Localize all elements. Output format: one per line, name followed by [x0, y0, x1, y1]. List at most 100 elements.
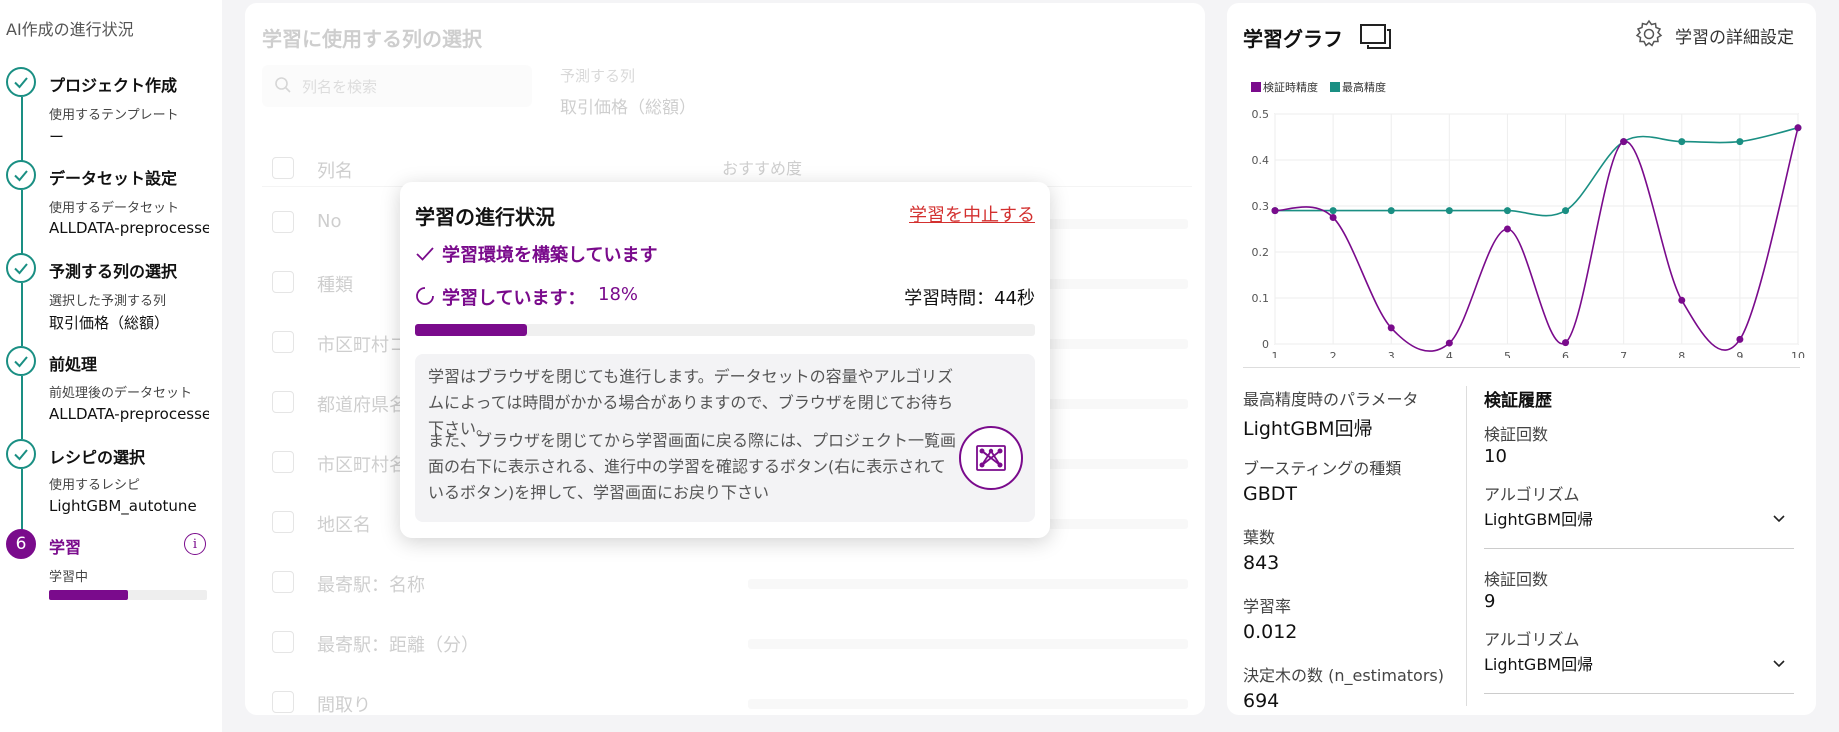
row-checkbox[interactable] — [272, 391, 294, 413]
history-count-value: 10 — [1484, 446, 1507, 467]
chevron-down-icon[interactable] — [1771, 655, 1787, 671]
training-line-chart: 0 0.1 0.2 0.3 0.4 0.5 1 2 3 4 5 6 7 8 9 10 — [1252, 108, 1806, 358]
step-sub-label: 選択した予測する列 — [49, 294, 167, 309]
y-tick-label: 0 — [1262, 338, 1269, 351]
legend-label: 検証時精度 — [1263, 81, 1318, 94]
step-value: ALLDATA-preprocessed — [49, 219, 209, 237]
row-checkbox[interactable] — [272, 691, 294, 713]
history-count-label: 検証回数 — [1484, 425, 1549, 444]
history-alg-label: アルゴリズム — [1484, 485, 1580, 504]
search-placeholder: 列名を検索 — [302, 78, 378, 96]
gear-icon[interactable] — [1634, 19, 1664, 49]
column-table-header: 列名 おすすめ度 — [262, 143, 1192, 187]
training-status-button[interactable] — [959, 426, 1023, 490]
column-search-input[interactable]: 列名を検索 — [262, 65, 532, 107]
row-checkbox[interactable] — [272, 451, 294, 473]
info-icon[interactable]: i — [184, 533, 206, 555]
training-time: 学習時間：44秒 — [904, 288, 1035, 309]
training-status: 学習しています： — [442, 288, 586, 309]
param-value: 0.012 — [1243, 621, 1298, 643]
history-count-value: 9 — [1484, 591, 1496, 612]
step-sub-label: 使用するテンプレート — [49, 108, 179, 123]
advanced-settings-link[interactable]: 学習の詳細設定 — [1675, 23, 1794, 48]
table-row[interactable]: 最寄駅：名称 — [262, 557, 1192, 617]
legend-item[interactable]: 最高精度 — [1330, 79, 1386, 95]
param-label: 最高精度時のパラメータ — [1243, 390, 1419, 409]
row-checkbox[interactable] — [272, 631, 294, 653]
x-tick-label: 10 — [1791, 350, 1805, 358]
data-point — [1678, 296, 1686, 304]
divider — [1484, 693, 1794, 694]
step-value: LightGBM_autotune — [49, 497, 197, 515]
param-label: 学習率 — [1243, 597, 1292, 616]
step-title-recipe[interactable]: レシピの選択 — [49, 444, 145, 468]
history-alg-label: アルゴリズム — [1484, 630, 1580, 649]
history-alg-value[interactable]: LightGBM回帰 — [1484, 651, 1593, 675]
sidebar-title: AI作成の進行状況 — [6, 20, 134, 39]
param-value: 694 — [1243, 690, 1280, 712]
step-title-project[interactable]: プロジェクト作成 — [49, 72, 177, 96]
y-tick-label: 0.2 — [1252, 246, 1270, 259]
data-point — [1562, 339, 1570, 347]
history-count-label: 検証回数 — [1484, 570, 1549, 589]
row-checkbox[interactable] — [272, 571, 294, 593]
step-title-preprocess[interactable]: 前処理 — [49, 351, 97, 375]
select-all-checkbox[interactable] — [272, 157, 294, 179]
row-checkbox[interactable] — [272, 271, 294, 293]
column-name: 都道府県名 — [317, 395, 407, 416]
panel-title: 学習に使用する列の選択 — [262, 27, 482, 51]
column-name: 種類 — [317, 275, 353, 296]
row-checkbox[interactable] — [272, 511, 294, 533]
step-sub-label: 使用するデータセット — [49, 201, 180, 216]
graph-title: 学習グラフ — [1243, 27, 1343, 51]
x-tick-label: 6 — [1562, 350, 1569, 358]
column-name: 地区名 — [317, 515, 371, 536]
history-alg-value[interactable]: LightGBM回帰 — [1484, 506, 1593, 530]
training-percent: 18% — [598, 284, 639, 305]
data-point — [1387, 324, 1395, 332]
history-title: 検証履歴 — [1484, 391, 1552, 411]
row-checkbox[interactable] — [272, 331, 294, 353]
check-icon — [6, 67, 36, 97]
step-connector — [21, 469, 23, 532]
data-point — [1445, 339, 1453, 347]
sidebar-progress-bar — [49, 590, 207, 600]
check-icon — [6, 253, 36, 283]
divider — [1243, 367, 1800, 368]
expand-window-icon[interactable] — [1359, 23, 1393, 51]
table-row[interactable]: 最寄駅：距離（分） — [262, 617, 1192, 677]
step-title-dataset[interactable]: データセット設定 — [49, 165, 177, 189]
data-point — [1794, 124, 1802, 132]
legend-item[interactable]: 検証時精度 — [1251, 79, 1318, 95]
progress-sidebar: AI作成の進行状況 プロジェクト作成 使用するテンプレート ー データセット設定… — [0, 0, 222, 732]
step-sub-label: 学習中 — [49, 570, 89, 585]
header-column-name: 列名 — [317, 161, 353, 182]
x-tick-label: 1 — [1272, 350, 1279, 358]
network-icon — [976, 445, 1006, 471]
training-progress-dialog: 学習の進行状況 学習を中止する 学習環境を構築しています 学習しています： 18… — [400, 182, 1050, 538]
predict-column-value: 取引価格（総額） — [560, 98, 696, 118]
x-tick-label: 7 — [1620, 350, 1627, 358]
step-sub-label: 前処理後のデータセット — [49, 386, 193, 401]
column-name: 市区町村名 — [317, 455, 407, 476]
step-title-training[interactable]: 学習 — [49, 534, 81, 558]
info-note: 学習はブラウザを閉じても進行します。データセットの容量やアルゴリズムによっては時… — [415, 354, 1035, 522]
stop-training-link[interactable]: 学習を中止する — [909, 201, 1035, 227]
data-point — [1329, 214, 1337, 221]
divider — [1484, 548, 1794, 549]
step-title-target[interactable]: 予測する列の選択 — [49, 258, 177, 282]
y-tick-label: 0.3 — [1252, 200, 1270, 213]
row-checkbox[interactable] — [272, 211, 294, 233]
data-point — [1503, 225, 1511, 233]
chevron-down-icon[interactable] — [1771, 510, 1787, 526]
column-name: No — [317, 211, 342, 232]
header-recommendation: おすすめ度 — [722, 159, 803, 178]
plot-frame — [1274, 113, 1799, 345]
data-point — [1445, 207, 1453, 215]
x-tick-label: 5 — [1504, 350, 1511, 358]
x-tick-label: 2 — [1330, 350, 1337, 358]
data-point — [1736, 138, 1744, 146]
recommendation-bar — [748, 699, 1188, 709]
check-icon — [416, 247, 434, 261]
table-row[interactable]: 間取り — [262, 677, 1192, 715]
